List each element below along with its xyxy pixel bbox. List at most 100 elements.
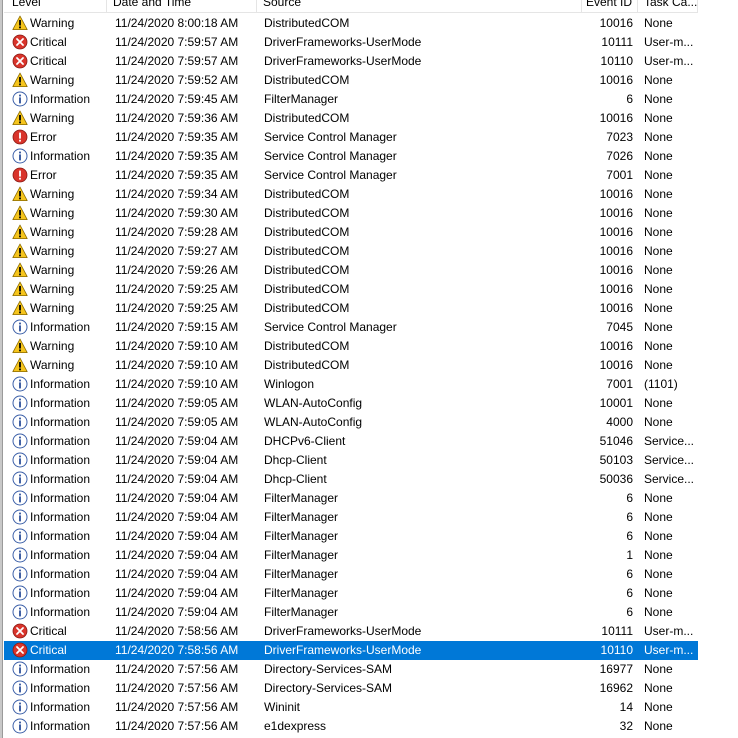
table-row[interactable]: Information 11/24/2020 7:59:45 AM FilterMa… [4, 90, 698, 109]
table-row[interactable]: Warning 11/24/2020 7:59:25 AM DistributedC… [4, 280, 698, 299]
cell-level: Warning [4, 261, 107, 280]
cell-event-id: 10016 [599, 282, 633, 296]
table-row[interactable]: Information 11/24/2020 7:59:04 AM FilterMa… [4, 584, 698, 603]
level-label: Critical [30, 624, 67, 638]
level-label: Information [30, 415, 91, 429]
cell-date-time: 11/24/2020 7:58:56 AM [115, 643, 239, 657]
level-label: Information [30, 605, 91, 619]
cell-task-category: None [644, 244, 673, 258]
table-row[interactable]: Information 11/24/2020 7:59:04 AM FilterMa… [4, 546, 698, 565]
cell-source: Service Control Manager [264, 149, 397, 163]
error-icon [12, 129, 28, 145]
cell-level: Warning [4, 185, 107, 204]
cell-event-id: 7026 [606, 149, 633, 163]
cell-event-id: 6 [626, 491, 633, 505]
table-row[interactable]: Information 11/24/2020 7:59:05 AM WLAN-Aut… [4, 394, 698, 413]
table-row[interactable]: Warning 11/24/2020 7:59:30 AM DistributedC… [4, 204, 698, 223]
level-label: Critical [30, 35, 67, 49]
level-label: Error [30, 130, 57, 144]
table-row[interactable]: Error 11/24/2020 7:59:35 AM Service Contro… [4, 128, 698, 147]
information-icon [12, 414, 28, 430]
cell-date-time: 11/24/2020 7:59:04 AM [115, 586, 239, 600]
warning-icon [12, 110, 28, 125]
cell-source: e1dexpress [264, 719, 327, 733]
critical-icon [12, 34, 28, 50]
cell-event-id: 6 [626, 510, 633, 524]
table-row[interactable]: Information 11/24/2020 7:59:04 AM Dhcp-Cli… [4, 470, 698, 489]
table-row[interactable]: Warning 11/24/2020 7:59:34 AM DistributedC… [4, 185, 698, 204]
table-row[interactable]: Information 11/24/2020 7:59:05 AM WLAN-Aut… [4, 413, 698, 432]
information-icon [12, 395, 28, 411]
table-row[interactable]: Information 11/24/2020 7:57:56 AM Wininit 1… [4, 698, 698, 717]
table-row[interactable]: Warning 11/24/2020 7:59:36 AM DistributedC… [4, 109, 698, 128]
table-row[interactable]: Critical 11/24/2020 7:59:57 AM DriverFrame… [4, 33, 698, 52]
table-row[interactable]: Information 11/24/2020 7:59:04 AM FilterMa… [4, 527, 698, 546]
table-row[interactable]: Warning 11/24/2020 7:59:10 AM DistributedC… [4, 356, 698, 375]
cell-source: DriverFrameworks-UserMode [264, 624, 422, 638]
cell-task-category: None [644, 719, 673, 733]
cell-task-category: None [644, 92, 673, 106]
column-header-date-time[interactable]: Date and Time [107, 0, 257, 12]
cell-date-time: 11/24/2020 7:59:28 AM [115, 225, 239, 239]
table-row[interactable]: Warning 11/24/2020 8:00:18 AM DistributedC… [4, 14, 698, 33]
cell-task-category: None [644, 548, 673, 562]
cell-event-id: 6 [626, 92, 633, 106]
table-row[interactable]: Warning 11/24/2020 7:59:25 AM DistributedC… [4, 299, 698, 318]
critical-icon [12, 53, 28, 69]
cell-event-id: 7045 [606, 320, 633, 334]
level-label: Information [30, 586, 91, 600]
cell-task-category: None [644, 567, 673, 581]
cell-level: Information [4, 90, 107, 109]
table-row[interactable]: Information 11/24/2020 7:57:56 AM Director… [4, 679, 698, 698]
splitter-edge[interactable] [0, 0, 3, 738]
table-row[interactable]: Error 11/24/2020 7:59:35 AM Service Contro… [4, 166, 698, 185]
cell-level: Information [4, 147, 107, 166]
table-row[interactable]: Information 11/24/2020 7:57:56 AM e1dexpre… [4, 717, 698, 736]
column-header-event-id[interactable]: Event ID [582, 0, 638, 12]
information-icon [12, 680, 28, 696]
table-row[interactable]: Information 11/24/2020 7:59:04 AM FilterMa… [4, 508, 698, 527]
table-row[interactable]: Information 11/24/2020 7:59:35 AM Service … [4, 147, 698, 166]
information-icon [12, 528, 28, 544]
cell-date-time: 11/24/2020 7:57:56 AM [115, 681, 239, 695]
table-row[interactable]: Information 11/24/2020 7:59:04 AM FilterMa… [4, 489, 698, 508]
table-row[interactable]: Warning 11/24/2020 7:59:27 AM DistributedC… [4, 242, 698, 261]
cell-level: Critical [4, 33, 107, 52]
level-label: Warning [30, 225, 75, 239]
table-row[interactable]: Critical 11/24/2020 7:58:56 AM DriverFrame… [4, 641, 698, 660]
warning-icon [12, 224, 28, 239]
cell-source: DistributedCOM [264, 339, 350, 353]
cell-source: DistributedCOM [264, 301, 350, 315]
table-row[interactable]: Information 11/24/2020 7:59:04 AM Dhcp-Cli… [4, 451, 698, 470]
cell-level: Information [4, 603, 107, 622]
table-row[interactable]: Information 11/24/2020 7:59:04 AM FilterMa… [4, 565, 698, 584]
cell-source: DHCPv6-Client [264, 434, 346, 448]
table-row[interactable]: Warning 11/24/2020 7:59:26 AM DistributedC… [4, 261, 698, 280]
table-row[interactable]: Information 11/24/2020 7:59:04 AM DHCPv6-C… [4, 432, 698, 451]
cell-level: Warning [4, 242, 107, 261]
table-row[interactable]: Critical 11/24/2020 7:59:57 AM DriverFrame… [4, 52, 698, 71]
cell-level: Error [4, 128, 107, 147]
cell-source: Winlogon [264, 377, 315, 391]
table-row[interactable]: Warning 11/24/2020 7:59:28 AM DistributedC… [4, 223, 698, 242]
table-row[interactable]: Critical 11/24/2020 7:58:56 AM DriverFrame… [4, 622, 698, 641]
column-header-task-category[interactable]: Task Ca... [638, 0, 698, 12]
cell-task-category: None [644, 681, 673, 695]
column-header-source[interactable]: Source [257, 0, 582, 12]
cell-task-category: User-m... [644, 643, 694, 657]
cell-date-time: 11/24/2020 7:59:45 AM [115, 92, 239, 106]
table-row[interactable]: Information 11/24/2020 7:57:56 AM Director… [4, 660, 698, 679]
level-label: Warning [30, 16, 75, 30]
cell-level: Information [4, 584, 107, 603]
cell-source: DistributedCOM [264, 358, 350, 372]
cell-date-time: 11/24/2020 7:59:10 AM [115, 358, 239, 372]
table-row[interactable]: Information 11/24/2020 7:59:04 AM FilterMa… [4, 603, 698, 622]
table-row[interactable]: Warning 11/24/2020 7:59:52 AM DistributedC… [4, 71, 698, 90]
column-header-level[interactable]: Level [4, 0, 107, 12]
table-row[interactable]: Information 11/24/2020 7:59:15 AM Service … [4, 318, 698, 337]
table-row[interactable]: Information 11/24/2020 7:59:10 AM Winlogon… [4, 375, 698, 394]
cell-level: Error [4, 166, 107, 185]
cell-event-id: 10016 [599, 16, 633, 30]
cell-task-category: User-m... [644, 35, 694, 49]
table-row[interactable]: Warning 11/24/2020 7:59:10 AM DistributedC… [4, 337, 698, 356]
